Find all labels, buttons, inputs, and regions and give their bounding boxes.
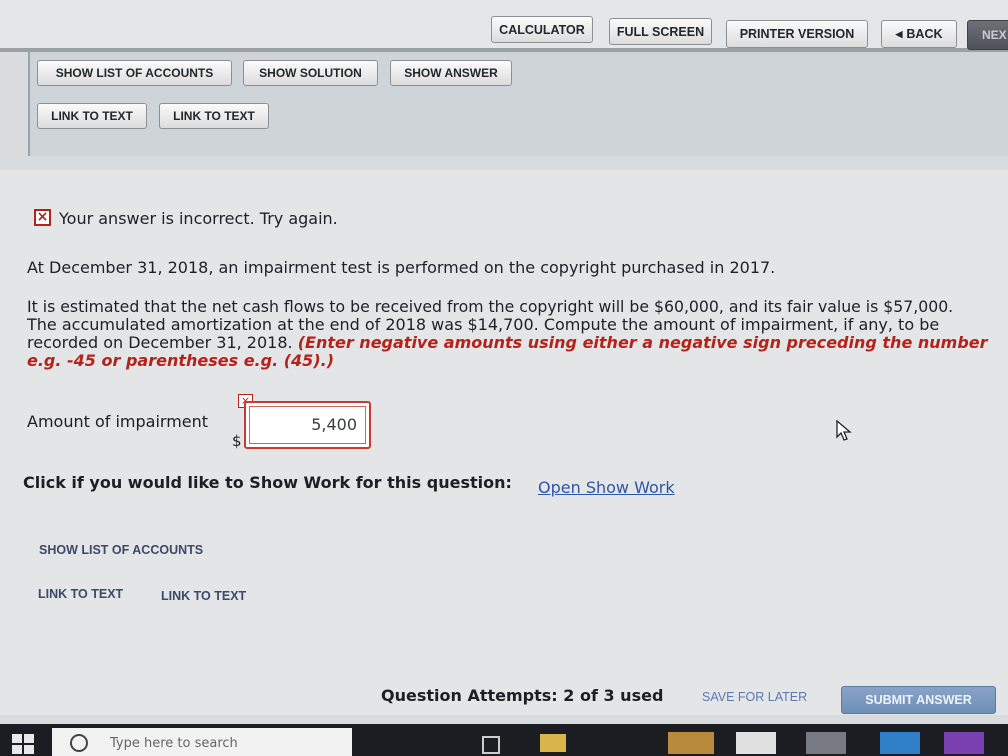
full-screen-button[interactable]: FULL SCREEN bbox=[609, 18, 712, 45]
back-label: BACK bbox=[906, 27, 943, 41]
search-icon bbox=[70, 734, 88, 752]
file-explorer-icon[interactable] bbox=[540, 734, 566, 752]
taskbar-app-icon-2[interactable] bbox=[736, 732, 776, 754]
bottom-link-to-text-2[interactable]: LINK TO TEXT bbox=[161, 589, 246, 603]
link-to-text-button-1[interactable]: LINK TO TEXT bbox=[37, 103, 147, 129]
submit-answer-button[interactable]: SUBMIT ANSWER bbox=[841, 686, 996, 714]
task-view-icon[interactable] bbox=[482, 736, 500, 754]
question-line-4: recorded on December 31, 2018. (Enter ne… bbox=[27, 334, 988, 351]
taskbar-app-icon-1[interactable] bbox=[668, 732, 714, 754]
amount-of-impairment-label: Amount of impairment bbox=[27, 412, 209, 431]
link-to-text-button-2[interactable]: LINK TO TEXT bbox=[159, 103, 269, 129]
question-line-4-text: recorded on December 31, 2018. bbox=[27, 333, 293, 352]
question-content bbox=[0, 170, 1008, 715]
taskbar-app-icon-4[interactable] bbox=[880, 732, 920, 754]
calculator-button[interactable]: CALCULATOR bbox=[491, 16, 593, 43]
chevron-left-icon: ◀ bbox=[895, 28, 903, 39]
show-answer-button[interactable]: SHOW ANSWER bbox=[390, 60, 512, 86]
instruction-text: (Enter negative amounts using either a n… bbox=[297, 333, 988, 352]
save-for-later-link[interactable]: SAVE FOR LATER bbox=[702, 690, 807, 704]
next-button[interactable]: NEX bbox=[967, 20, 1008, 50]
taskbar-app-icon-5[interactable] bbox=[944, 732, 984, 754]
show-solution-button[interactable]: SHOW SOLUTION bbox=[243, 60, 378, 86]
amount-input-value: 5,400 bbox=[249, 406, 366, 444]
printer-version-button[interactable]: PRINTER VERSION bbox=[726, 20, 868, 48]
error-icon: × bbox=[34, 209, 51, 226]
open-show-work-link[interactable]: Open Show Work bbox=[538, 478, 675, 497]
bottom-show-list-of-accounts-link[interactable]: SHOW LIST OF ACCOUNTS bbox=[39, 543, 203, 557]
question-line-3: The accumulated amortization at the end … bbox=[27, 315, 940, 334]
cursor-icon bbox=[836, 419, 852, 446]
taskbar-app-icon-3[interactable] bbox=[806, 732, 846, 754]
feedback-message: Your answer is incorrect. Try again. bbox=[59, 209, 338, 228]
show-work-prompt: Click if you would like to Show Work for… bbox=[23, 473, 512, 492]
back-button[interactable]: ◀ BACK bbox=[881, 20, 957, 48]
question-attempts: Question Attempts: 2 of 3 used bbox=[381, 686, 664, 705]
question-line-1: At December 31, 2018, an impairment test… bbox=[27, 258, 776, 277]
taskbar-search-box[interactable]: Type here to search bbox=[52, 728, 352, 756]
amount-of-impairment-input[interactable]: 5,400 bbox=[244, 401, 371, 449]
taskbar-search-placeholder: Type here to search bbox=[110, 736, 238, 751]
windows-start-icon[interactable] bbox=[12, 734, 34, 754]
show-list-of-accounts-button[interactable]: SHOW LIST OF ACCOUNTS bbox=[37, 60, 232, 86]
instruction-text-continued: e.g. -45 or parentheses e.g. (45).) bbox=[27, 351, 335, 370]
taskbar: Type here to search bbox=[0, 724, 1008, 756]
question-line-2: It is estimated that the net cash flows … bbox=[27, 297, 954, 316]
bottom-link-to-text-1[interactable]: LINK TO TEXT bbox=[38, 587, 123, 601]
currency-symbol: $ bbox=[232, 432, 242, 450]
